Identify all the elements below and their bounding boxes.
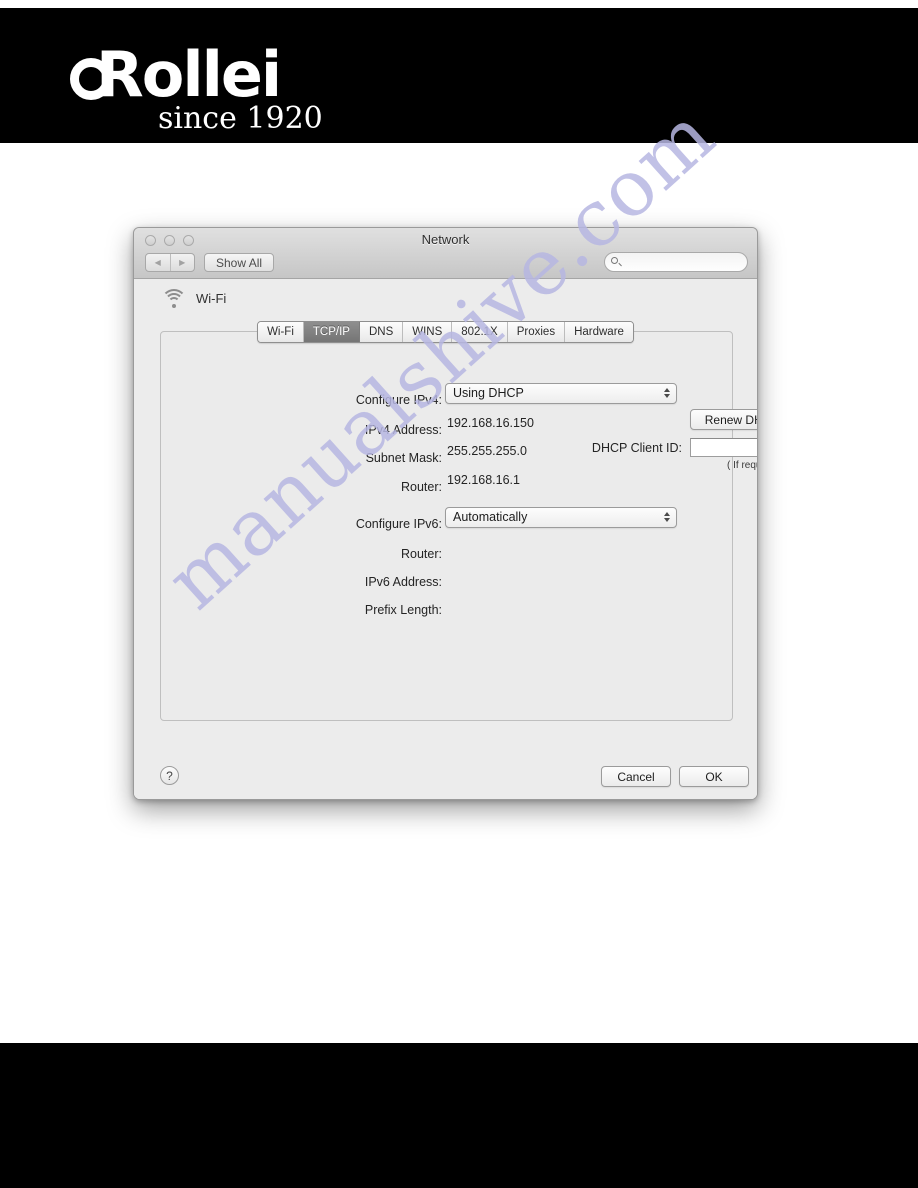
configure-ipv4-value: Using DHCP xyxy=(453,386,524,400)
tab-wins[interactable]: WINS xyxy=(403,322,453,342)
search-input[interactable] xyxy=(611,256,757,268)
help-button[interactable]: ? xyxy=(160,766,179,785)
subnet-mask-label: Subnet Mask: xyxy=(365,451,442,465)
ipv4-router-value: 192.168.16.1 xyxy=(447,473,520,487)
tab-8021x[interactable]: 802.1X xyxy=(452,322,508,342)
tab-dns[interactable]: DNS xyxy=(359,322,404,342)
logo-wordmark: Rollei xyxy=(96,38,282,111)
tcpip-form: Configure IPv4: Using DHCP IPv4 Address:… xyxy=(134,279,757,739)
ipv4-address-value: 192.168.16.150 xyxy=(447,416,534,430)
subnet-mask-value: 255.255.255.0 xyxy=(447,444,527,458)
tab-wifi[interactable]: Wi-Fi xyxy=(258,322,304,342)
back-icon[interactable]: ◀ xyxy=(146,254,171,271)
configure-ipv6-select[interactable]: Automatically xyxy=(445,506,677,528)
chevron-updown-icon xyxy=(664,388,670,398)
ipv4-address-label: IPv4 Address: xyxy=(364,423,442,437)
tab-bar: Wi-Fi TCP/IP DNS WINS 802.1X Proxies Har… xyxy=(134,321,757,343)
configure-ipv6-label: Configure IPv6: xyxy=(355,517,442,531)
configure-ipv6-value: Automatically xyxy=(453,510,528,524)
ipv6-router-label: Router: xyxy=(401,547,442,561)
search-field[interactable] xyxy=(604,252,757,272)
show-all-button[interactable]: Show All xyxy=(204,253,275,272)
prefix-length-label: Prefix Length: xyxy=(364,603,442,617)
window-body: Wi-Fi Wi-Fi TCP/IP DNS WINS 802.1X Proxi… xyxy=(134,279,757,799)
dhcp-client-id-hint: ( If required ) xyxy=(727,460,757,471)
footer-band xyxy=(0,1043,918,1188)
cancel-button[interactable]: Cancel xyxy=(601,766,671,787)
logo-tagline: since 1920 xyxy=(158,101,323,136)
ipv6-address-label: IPv6 Address: xyxy=(364,575,442,589)
network-preferences-window: Network ◀ ▶ Show All Wi-Fi Wi-Fi TCP/IP … xyxy=(133,227,758,800)
renew-dhcp-lease-button[interactable]: Renew DHCP Lease xyxy=(690,409,757,430)
tab-tcpip[interactable]: TCP/IP xyxy=(303,322,360,342)
tab-hardware[interactable]: Hardware xyxy=(565,322,633,342)
window-title: Network xyxy=(421,232,470,247)
ipv4-router-label: Router: xyxy=(401,480,442,494)
dialog-footer: ? Cancel OK xyxy=(134,754,757,799)
chevron-updown-icon xyxy=(664,512,670,522)
back-forward-control[interactable]: ◀ ▶ xyxy=(145,253,195,272)
tab-proxies[interactable]: Proxies xyxy=(507,322,566,342)
forward-icon[interactable]: ▶ xyxy=(171,254,195,271)
window-titlebar[interactable]: Network ◀ ▶ Show All xyxy=(134,228,757,279)
configure-ipv4-label: Configure IPv4: xyxy=(355,393,442,407)
dhcp-client-id-label: DHCP Client ID: xyxy=(591,441,682,455)
ok-button[interactable]: OK xyxy=(679,766,749,787)
rollei-logo: Rollei since 1920 xyxy=(68,44,328,136)
configure-ipv4-select[interactable]: Using DHCP xyxy=(445,382,677,404)
dhcp-client-id-field[interactable] xyxy=(690,438,757,457)
